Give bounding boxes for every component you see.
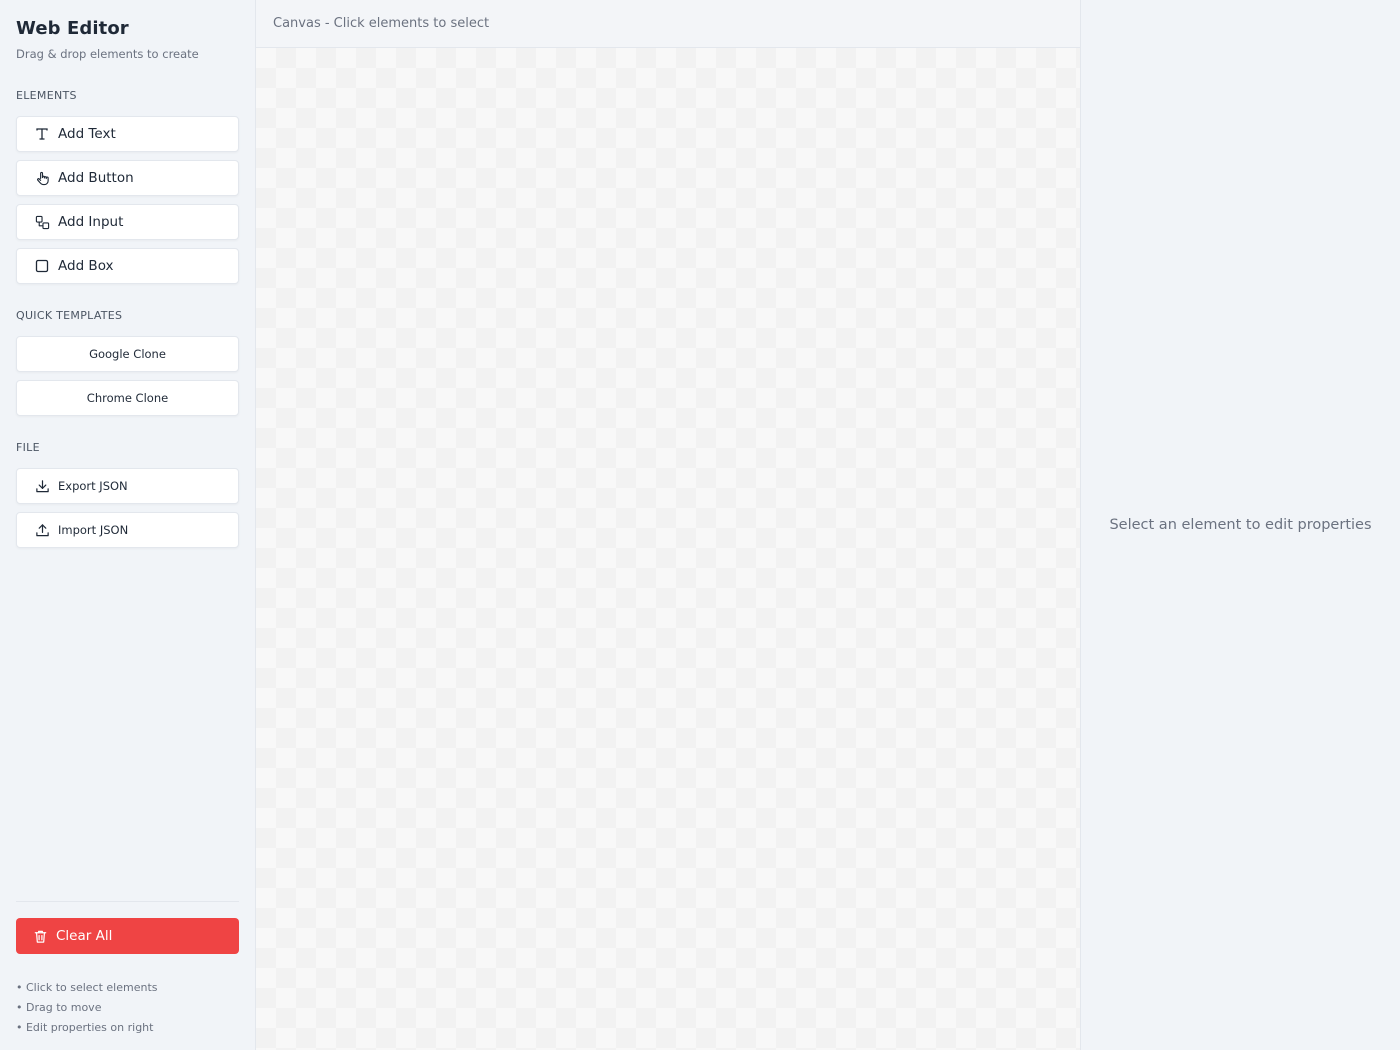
elements-section-label: ELEMENTS [16, 89, 77, 102]
export-json-button[interactable]: Export JSON [16, 468, 239, 504]
app-title: Web Editor [16, 18, 129, 39]
square-icon [34, 258, 50, 274]
chrome-clone-label: Chrome Clone [86, 391, 169, 405]
import-json-button[interactable]: Import JSON [16, 512, 239, 548]
export-json-label: Export JSON [58, 479, 128, 493]
chrome-clone-button[interactable]: Chrome Clone [16, 380, 239, 416]
add-text-button[interactable]: Add Text [16, 116, 239, 152]
tip-item: • Click to select elements [16, 981, 158, 994]
file-section-label: FILE [16, 441, 40, 454]
text-icon [34, 126, 50, 142]
properties-empty-message: Select an element to edit properties [1109, 517, 1372, 533]
canvas-area: Canvas - Click elements to select [256, 0, 1081, 1050]
add-box-label: Add Box [58, 258, 114, 274]
templates-section-label: QUICK TEMPLATES [16, 309, 123, 322]
canvas[interactable] [256, 48, 1080, 1050]
tips-list: • Click to select elements • Drag to mov… [16, 978, 158, 1038]
download-icon [34, 478, 50, 494]
tip-item: • Edit properties on right [16, 1021, 154, 1034]
tip-item: • Drag to move [16, 1001, 102, 1014]
pointer-hand-icon [34, 170, 50, 186]
add-box-button[interactable]: Add Box [16, 248, 239, 284]
sidebar-divider [16, 901, 239, 902]
add-button-button[interactable]: Add Button [16, 160, 239, 196]
google-clone-label: Google Clone [89, 347, 166, 361]
canvas-header: Canvas - Click elements to select [256, 0, 1080, 48]
google-clone-button[interactable]: Google Clone [16, 336, 239, 372]
add-text-label: Add Text [58, 126, 116, 142]
app-subtitle: Drag & drop elements to create [16, 47, 199, 61]
add-input-label: Add Input [58, 214, 124, 230]
import-json-label: Import JSON [58, 523, 129, 537]
add-button-label: Add Button [58, 170, 134, 186]
upload-icon [34, 522, 50, 538]
properties-panel: Select an element to edit properties [1081, 0, 1400, 1050]
input-icon [34, 214, 50, 230]
clear-all-label: Clear All [56, 928, 113, 944]
clear-all-button[interactable]: Clear All [16, 918, 239, 954]
add-input-button[interactable]: Add Input [16, 204, 239, 240]
trash-icon [32, 928, 48, 944]
